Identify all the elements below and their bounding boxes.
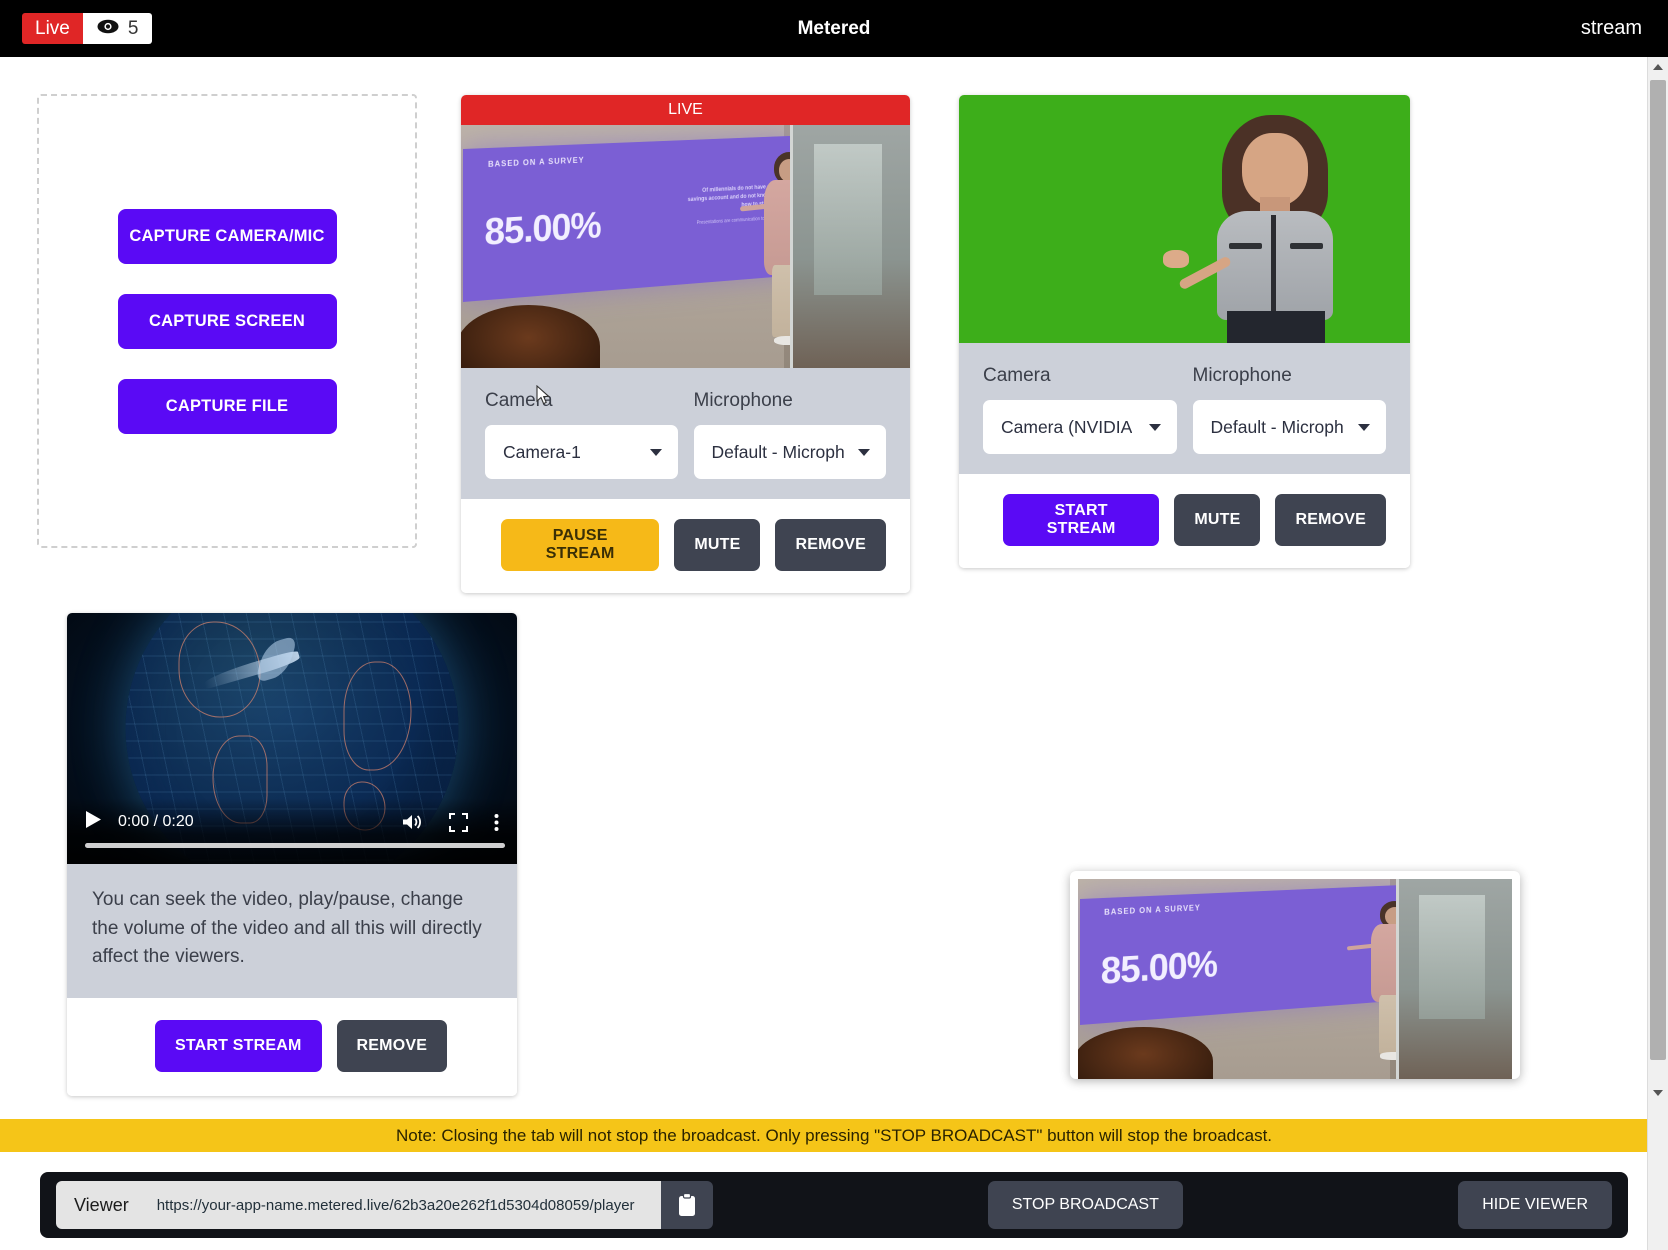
slide-kicker: BASED ON A SURVEY: [1104, 903, 1201, 917]
microphone-select-value: Default - Microph: [1210, 416, 1344, 437]
viewer-count-value: 5: [127, 17, 139, 39]
file-video-player[interactable]: 0:00 / 0:20: [67, 613, 517, 864]
slide-kicker: BASED ON A SURVEY: [488, 156, 585, 170]
viewer-url-field[interactable]: Viewer https://your-app-name.metered.liv…: [56, 1181, 713, 1229]
green-screen-action-buttons: START STREAM MUTE REMOVE: [959, 474, 1410, 568]
remove-button[interactable]: REMOVE: [775, 519, 886, 571]
capture-camera-mic-button[interactable]: CAPTURE CAMERA/MIC: [117, 208, 337, 264]
mouse-cursor: [536, 384, 550, 410]
capture-file-button[interactable]: CAPTURE FILE: [117, 378, 337, 434]
eye-icon: [97, 18, 119, 40]
scroll-down-arrow-icon[interactable]: [1648, 1083, 1668, 1103]
capture-source-panel: CAPTURE CAMERA/MIC CAPTURE SCREEN CAPTUR…: [37, 94, 417, 548]
more-options-icon[interactable]: [494, 813, 499, 832]
camera-select[interactable]: Camera (NVIDIA: [983, 400, 1177, 454]
presenter-figure: [1163, 114, 1338, 343]
viewer-count-badge: 5: [82, 13, 153, 44]
projected-slide: BASED ON A SURVEY 85.00%: [1080, 885, 1399, 1025]
camera-device-controls: Camera Camera-1 Microphone Default - Mic…: [461, 368, 910, 499]
broadcast-bottom-bar: Viewer https://your-app-name.metered.liv…: [40, 1172, 1628, 1238]
topbar-right-label: stream: [1580, 17, 1642, 39]
file-action-buttons: START STREAM REMOVE: [67, 997, 517, 1096]
mute-button[interactable]: MUTE: [1174, 494, 1261, 546]
scrollbar-thumb[interactable]: [1650, 80, 1666, 1060]
file-stream-description: You can seek the video, play/pause, chan…: [67, 864, 517, 998]
clipboard-icon[interactable]: [660, 1181, 713, 1229]
microphone-select-label: Microphone: [693, 390, 793, 411]
microphone-select-value: Default - Microph: [711, 441, 845, 462]
presentation-video-frame: BASED ON A SURVEY 85.00%: [1078, 879, 1512, 1079]
live-status-cluster: Live 5: [22, 13, 153, 44]
microphone-select-label: Microphone: [1192, 365, 1292, 386]
slide-statistic: 85.00%: [1100, 944, 1218, 993]
camera-select[interactable]: Camera-1: [485, 425, 678, 479]
vertical-scrollbar[interactable]: [1647, 57, 1668, 1250]
green-screen-stream-card: Camera Camera (NVIDIA Microphone Default…: [959, 95, 1410, 568]
green-screen-video-frame: [959, 95, 1410, 343]
stop-broadcast-button[interactable]: STOP BROADCAST: [987, 1181, 1183, 1229]
chevron-down-icon: [1148, 423, 1161, 431]
camera-select-label: Camera: [983, 365, 1051, 386]
live-badge: Live: [22, 13, 83, 44]
video-time-display: 0:00 / 0:20: [118, 813, 194, 830]
video-progress-bar[interactable]: [85, 843, 505, 848]
mute-button[interactable]: MUTE: [674, 519, 761, 571]
start-stream-button[interactable]: START STREAM: [155, 1019, 322, 1072]
start-stream-button[interactable]: START STREAM: [1003, 494, 1160, 546]
broadcast-note-bar: Note: Closing the tab will not stop the …: [0, 1119, 1668, 1152]
green-screen-device-controls: Camera Camera (NVIDIA Microphone Default…: [959, 343, 1410, 474]
camera-video-preview[interactable]: BASED ON A SURVEY 85.00% Of millennials …: [461, 125, 910, 368]
viewer-preview-window[interactable]: BASED ON A SURVEY 85.00%: [1070, 871, 1520, 1079]
video-player-control-bar: 0:00 / 0:20: [67, 798, 517, 864]
remove-button[interactable]: REMOVE: [1275, 494, 1386, 546]
viewer-url-label: Viewer: [56, 1181, 147, 1229]
chevron-down-icon: [1358, 423, 1370, 431]
camera-select-value: Camera-1: [503, 441, 581, 462]
play-icon[interactable]: [85, 810, 102, 834]
camera-stream-card: LIVE BASED ON A SURVEY 85.00% Of millenn…: [461, 95, 910, 593]
app-title: Metered: [797, 17, 871, 39]
camera-live-badge: LIVE: [461, 95, 910, 125]
scroll-up-arrow-icon[interactable]: [1648, 57, 1668, 77]
microphone-select[interactable]: Default - Microph: [1192, 400, 1386, 454]
microphone-select[interactable]: Default - Microph: [693, 425, 886, 479]
viewer-url-value[interactable]: https://your-app-name.metered.live/62b3a…: [146, 1181, 661, 1229]
camera-action-buttons: PAUSE STREAM MUTE REMOVE: [461, 499, 910, 593]
video-doorway: [790, 125, 910, 368]
presentation-video-frame: BASED ON A SURVEY 85.00% Of millennials …: [461, 125, 910, 368]
volume-icon[interactable]: [401, 813, 423, 831]
viewer-preview-video: BASED ON A SURVEY 85.00%: [1078, 879, 1512, 1079]
file-stream-card: 0:00 / 0:20 You can seek the video, play…: [67, 613, 517, 1096]
capture-screen-button[interactable]: CAPTURE SCREEN: [117, 293, 337, 349]
chevron-down-icon: [858, 448, 870, 456]
slide-statistic: 85.00%: [484, 205, 601, 255]
camera-select-value: Camera (NVIDIA: [1001, 416, 1133, 437]
camera-select-label: Camera: [485, 390, 553, 411]
remove-button[interactable]: REMOVE: [336, 1019, 448, 1072]
hide-viewer-button[interactable]: HIDE VIEWER: [1458, 1181, 1612, 1229]
fullscreen-icon[interactable]: [449, 812, 468, 832]
pause-stream-button[interactable]: PAUSE STREAM: [501, 519, 660, 571]
projected-slide: BASED ON A SURVEY 85.00% Of millennials …: [463, 136, 792, 303]
main-canvas: CAPTURE CAMERA/MIC CAPTURE SCREEN CAPTUR…: [0, 57, 1648, 1250]
top-bar: Live 5 Metered stream: [0, 0, 1668, 57]
chevron-down-icon: [649, 448, 662, 456]
green-screen-video-preview[interactable]: [959, 95, 1410, 343]
